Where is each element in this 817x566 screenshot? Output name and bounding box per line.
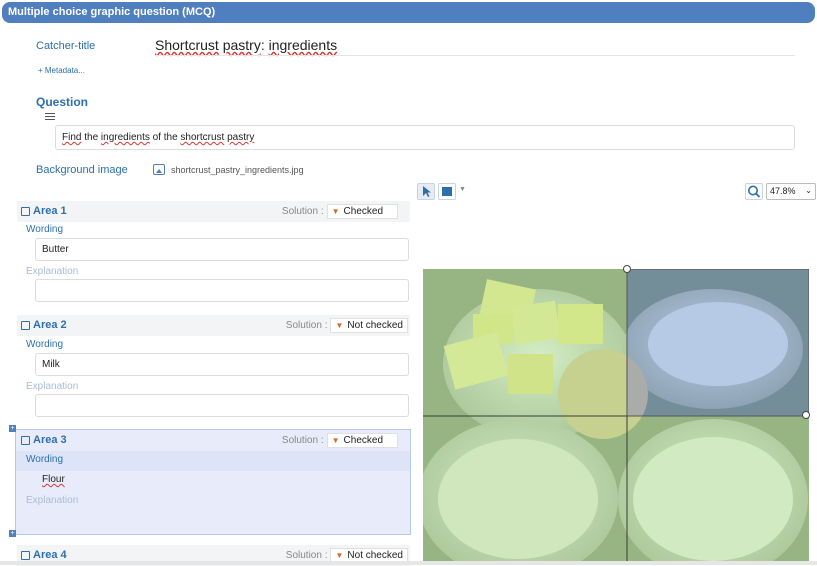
area-2-wording-value: Milk: [42, 359, 60, 370]
area-2-title-text: Area 2: [33, 319, 67, 331]
selection-handle-right[interactable]: [802, 411, 810, 419]
question-word: ingredients: [100, 132, 150, 143]
area-3-solution-select[interactable]: ▼ Checked: [326, 433, 398, 448]
question-word: shortcrust: [180, 132, 225, 143]
area-3-explanation-input[interactable]: [35, 509, 409, 532]
chevron-down-icon: ▼: [335, 551, 344, 560]
area-1-solution-value: Checked: [343, 206, 383, 217]
area-1-solution: Solution : ▼ Checked: [282, 204, 398, 219]
question-label: Question: [36, 95, 89, 109]
catcher-word: Shortcrust: [155, 37, 219, 53]
edit-icon: [21, 550, 30, 560]
area-4-solution-value: Not checked: [347, 550, 403, 561]
solution-label: Solution :: [281, 206, 324, 217]
catcher-word: ingredients: [268, 37, 338, 53]
area-1-solution-select[interactable]: ▼ Checked: [326, 204, 398, 219]
catcher-underline: [155, 55, 795, 56]
area-2-explanation-input[interactable]: [35, 394, 409, 417]
question-word: the: [81, 132, 101, 143]
area-2-solution-value: Not checked: [347, 320, 403, 331]
metadata-link[interactable]: + Metadata...: [38, 66, 85, 75]
area-3-wording-label: Wording: [26, 454, 64, 465]
area-1-title[interactable]: Area 1: [21, 205, 67, 217]
area-3-solution-value: Checked: [343, 435, 383, 446]
area-3-title[interactable]: Area 3: [21, 434, 67, 446]
chevron-down-icon: ▼: [335, 321, 344, 330]
area-1-wording-input[interactable]: Butter: [35, 238, 409, 261]
area-3-explanation-label: Explanation: [26, 495, 79, 506]
window-title: Multiple choice graphic question (MCQ): [8, 6, 216, 18]
area-1-title-text: Area 1: [33, 205, 67, 217]
resize-handle-bottom[interactable]: +: [9, 530, 16, 537]
edit-icon: [21, 206, 30, 216]
background-image-filename: shortcrust_pastry_ingredients.jpg: [171, 164, 304, 175]
chevron-down-icon: ⌄: [805, 186, 812, 195]
horizontal-scrollbar[interactable]: [0, 561, 817, 565]
zoom-search-button[interactable]: [745, 183, 763, 200]
catcher-title-label: Catcher-title: [36, 40, 96, 52]
search-icon: [748, 185, 761, 198]
area-1-wording-value: Butter: [42, 244, 69, 255]
ingredients-photo: [423, 269, 809, 561]
area-4-title-text: Area 4: [33, 549, 67, 561]
zoom-select[interactable]: 47.8% ⌄: [766, 183, 816, 200]
image-icon: [153, 164, 165, 175]
question-input[interactable]: Find the ingredients of the shortcrust p…: [55, 125, 795, 150]
area-3-wording-input[interactable]: Flour: [35, 468, 409, 491]
area-1-explanation-label: Explanation: [26, 266, 79, 277]
solution-label: Solution :: [285, 550, 328, 561]
catcher-word: :: [260, 37, 269, 53]
question-word: of the: [149, 132, 181, 143]
catcher-title-input[interactable]: Shortcrust pastry: ingredients: [155, 37, 337, 53]
solution-label: Solution :: [285, 320, 328, 331]
edit-icon: [21, 320, 30, 330]
catcher-word: pastry: [222, 37, 261, 53]
area-1-explanation-input[interactable]: [35, 279, 409, 302]
area-2-wording-input[interactable]: Milk: [35, 353, 409, 376]
resize-handle-top[interactable]: +: [9, 425, 16, 432]
area-2-header[interactable]: Area 2 Solution : ▼ Not checked: [17, 315, 410, 336]
zoom-value: 47.8%: [770, 186, 796, 196]
area-2-title[interactable]: Area 2: [21, 319, 67, 331]
area-3-solution: Solution : ▼ Checked: [282, 433, 398, 448]
area-3-wording-value: Flour: [42, 474, 65, 485]
background-image-label: Background image: [36, 164, 128, 176]
rectangle-icon: [442, 187, 452, 196]
background-image-file[interactable]: shortcrust_pastry_ingredients.jpg: [153, 164, 304, 175]
area-2-wording-label: Wording: [26, 339, 64, 350]
area-2-solution-select[interactable]: ▼ Not checked: [330, 318, 408, 333]
select-tool-button[interactable]: [417, 183, 435, 200]
text-align-icon[interactable]: [45, 113, 55, 121]
area-4-title[interactable]: Area 4: [21, 549, 67, 561]
solution-label: Solution :: [281, 435, 324, 446]
area-2-solution: Solution : ▼ Not checked: [286, 318, 408, 333]
area-3-header[interactable]: Area 3 Solution : ▼ Checked: [17, 430, 410, 451]
area-1-header[interactable]: Area 1 Solution : ▼ Checked: [17, 201, 410, 222]
chevron-down-icon: ▼: [331, 207, 340, 216]
rectangle-tool-button[interactable]: [438, 183, 456, 200]
window-title-bar: Multiple choice graphic question (MCQ): [2, 2, 815, 23]
cursor-icon: [423, 186, 431, 197]
chevron-down-icon[interactable]: ▼: [459, 186, 466, 193]
background-image-canvas[interactable]: [423, 269, 809, 561]
chevron-down-icon: ▼: [331, 436, 340, 445]
area-3-title-text: Area 3: [33, 434, 67, 446]
question-word: pastry: [227, 132, 255, 143]
question-word: Find: [62, 132, 82, 143]
area-1-wording-label: Wording: [26, 224, 64, 235]
area-2-explanation-label: Explanation: [26, 381, 79, 392]
selection-handle-top[interactable]: [623, 265, 631, 273]
edit-icon: [21, 435, 30, 445]
